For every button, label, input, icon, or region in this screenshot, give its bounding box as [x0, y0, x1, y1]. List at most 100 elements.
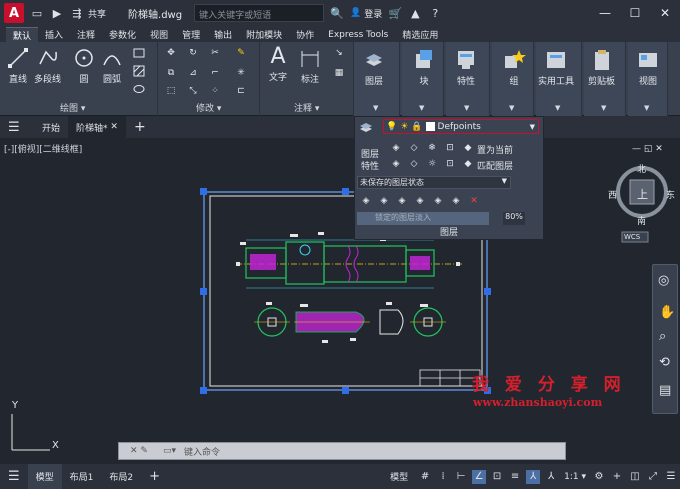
- view-expand-icon[interactable]: ▼: [644, 104, 649, 112]
- arc-button[interactable]: 圆弧: [100, 46, 124, 85]
- command-tools-icon[interactable]: ✕ ✎: [119, 446, 159, 456]
- layers-panel[interactable]: 图层 ▼: [354, 42, 400, 116]
- ribbon-tab-7[interactable]: 附加模块: [239, 27, 289, 42]
- add-icon[interactable]: +: [610, 470, 624, 484]
- utilities-button[interactable]: 实用工具: [538, 48, 574, 87]
- close-tab-icon[interactable]: ✕: [110, 122, 118, 132]
- set-current-label[interactable]: 置为当前: [477, 143, 513, 156]
- explode-icon[interactable]: ✳: [234, 66, 248, 80]
- current-layer-dropdown[interactable]: 💡 ☀ 🔒 Defpoints ▼: [383, 119, 539, 134]
- search-input[interactable]: 键入关键字或短语: [194, 4, 325, 22]
- isolate-icon[interactable]: ◫: [628, 470, 642, 484]
- command-input[interactable]: 键入命令: [184, 445, 220, 458]
- trim-icon[interactable]: ✂: [208, 46, 222, 60]
- rectangle-icon[interactable]: [132, 46, 146, 60]
- layer-state-dropdown[interactable]: 未保存的图层状态 ▼: [357, 176, 511, 189]
- drawing-canvas[interactable]: [-][俯视][二维线框] — ◱ ✕ Y X 我 爱 分 享 网 www.zh…: [0, 138, 680, 464]
- rotate-icon[interactable]: ↻: [186, 46, 200, 60]
- mirror-icon[interactable]: ⊿: [186, 66, 200, 80]
- add-layout-button[interactable]: +: [141, 464, 168, 489]
- zoom-extents-icon[interactable]: ⌕: [659, 329, 666, 344]
- ribbon-tab-5[interactable]: 管理: [175, 27, 207, 42]
- block-button[interactable]: 块: [412, 48, 436, 87]
- layers-expand-icon[interactable]: ▼: [373, 104, 378, 112]
- viewcube-west[interactable]: 西: [608, 188, 617, 201]
- ribbon-tab-2[interactable]: 注释: [70, 27, 102, 42]
- workspace-gear-icon[interactable]: ⚙: [592, 470, 606, 484]
- menu-icon[interactable]: ☰: [0, 116, 34, 138]
- layer-freeze-icon[interactable]: ☀: [400, 122, 408, 132]
- share-label[interactable]: 共享: [88, 7, 106, 20]
- layer-delete-icon[interactable]: ✕: [467, 194, 481, 208]
- clipboard-panel[interactable]: 剪贴板 ▼: [584, 42, 626, 116]
- minimize-button[interactable]: —: [590, 0, 620, 26]
- layout-menu-icon[interactable]: ☰: [0, 464, 28, 489]
- tab-start[interactable]: 开始: [34, 116, 68, 138]
- viewcube-east[interactable]: 东: [666, 188, 675, 201]
- erase-icon[interactable]: ✎: [234, 46, 248, 60]
- match-layer-label[interactable]: 匹配图层: [477, 159, 513, 172]
- modify-group-label[interactable]: 修改 ▾: [196, 101, 221, 114]
- layer-on-icon[interactable]: 💡: [386, 122, 397, 132]
- snap-icon[interactable]: ⁞: [436, 470, 450, 484]
- new-file-icon[interactable]: ▭: [30, 6, 44, 20]
- viewcube-north[interactable]: 北: [637, 162, 646, 175]
- layer-isolate-icon[interactable]: ◈: [389, 141, 403, 155]
- match-layer-icon[interactable]: ◆: [461, 157, 475, 171]
- move-icon[interactable]: ✥: [164, 46, 178, 60]
- maximize-button[interactable]: ☐: [620, 0, 650, 26]
- hatch-icon[interactable]: [132, 64, 146, 78]
- help-icon[interactable]: ?: [428, 6, 442, 20]
- scale-icon[interactable]: ⤡: [186, 84, 200, 98]
- model-space-button[interactable]: 模型: [382, 464, 416, 489]
- fade-value[interactable]: 80%: [503, 212, 525, 225]
- group-expand-icon[interactable]: ▼: [509, 104, 514, 112]
- ribbon-tab-1[interactable]: 插入: [38, 27, 70, 42]
- block-panel[interactable]: 块 ▼: [402, 42, 444, 116]
- fullscreen-icon[interactable]: ⤢: [646, 470, 660, 484]
- search-icon[interactable]: 🔍: [330, 6, 344, 20]
- layer-on-tool-icon[interactable]: ◇: [407, 157, 421, 171]
- clipboard-expand-icon[interactable]: ▼: [601, 104, 606, 112]
- text-button[interactable]: A 文字: [266, 44, 290, 84]
- ortho-icon[interactable]: ⊢: [454, 470, 468, 484]
- circle-button[interactable]: 圆: [72, 46, 96, 85]
- pan-icon[interactable]: ✋: [659, 305, 675, 320]
- customize-icon[interactable]: ☰: [664, 470, 678, 484]
- layer-properties-icon[interactable]: [359, 121, 373, 135]
- layer-freeze-tool-icon[interactable]: ❄: [425, 141, 439, 155]
- offset-icon[interactable]: ⊏: [234, 84, 248, 98]
- draw-group-label[interactable]: 绘图 ▾: [60, 101, 85, 114]
- layer-tool-6-icon[interactable]: ◈: [449, 194, 463, 208]
- set-current-icon[interactable]: ◆: [461, 141, 475, 155]
- scale-dropdown[interactable]: 1:1 ▾: [560, 464, 590, 489]
- viewcube-south[interactable]: 南: [637, 214, 646, 227]
- annotation-visibility-icon[interactable]: ⅄: [544, 470, 558, 484]
- layer-lock-icon[interactable]: 🔒: [411, 122, 422, 132]
- view-panel[interactable]: 视图 ▼: [628, 42, 668, 116]
- locked-layer-fade-slider[interactable]: 锁定的图层淡入: [357, 212, 489, 225]
- array-icon[interactable]: ⁘: [208, 84, 222, 98]
- login-button[interactable]: 👤 登录: [350, 7, 382, 20]
- table-icon[interactable]: ▦: [332, 66, 346, 80]
- layer-off-icon[interactable]: ◇: [407, 141, 421, 155]
- ribbon-tab-3[interactable]: 参数化: [102, 27, 143, 42]
- properties-button[interactable]: 特性: [454, 48, 478, 87]
- tab-current-drawing[interactable]: 阶梯轴* ✕: [68, 116, 126, 138]
- ribbon-tab-8[interactable]: 协作: [289, 27, 321, 42]
- group-button[interactable]: 组: [502, 48, 526, 87]
- ribbon-tab-10[interactable]: 精选应用: [395, 27, 445, 42]
- tab-layout2[interactable]: 布局2: [101, 464, 141, 489]
- share-icon[interactable]: ⇶: [70, 6, 84, 20]
- polar-icon[interactable]: ∠: [472, 469, 487, 484]
- showmotion-icon[interactable]: ▤: [659, 383, 671, 398]
- ellipse-icon[interactable]: [132, 82, 146, 96]
- ribbon-tab-6[interactable]: 输出: [207, 27, 239, 42]
- command-line[interactable]: ✕ ✎ ▭▾ 键入命令: [118, 442, 566, 460]
- utilities-panel[interactable]: 实用工具 ▼: [536, 42, 582, 116]
- ribbon-tab-4[interactable]: 视图: [143, 27, 175, 42]
- osnap-icon[interactable]: ⊡: [490, 470, 504, 484]
- annotation-scale-icon[interactable]: ⅄: [526, 469, 541, 484]
- layer-lock-tool-icon[interactable]: ⊡: [443, 141, 457, 155]
- leader-icon[interactable]: ↘: [332, 46, 346, 60]
